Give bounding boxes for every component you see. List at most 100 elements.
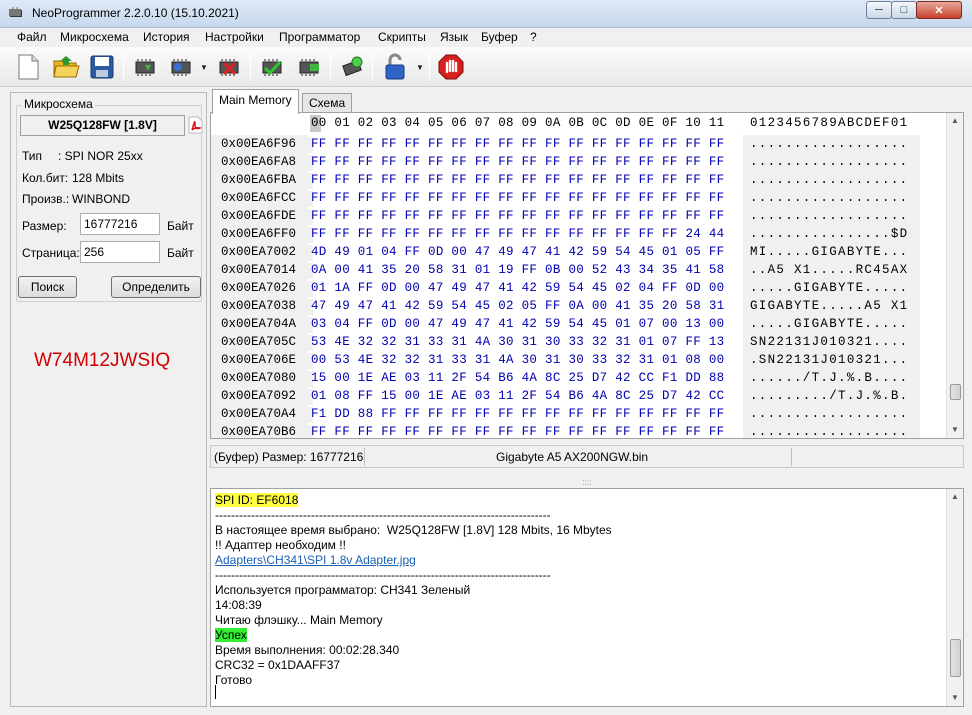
hex-row[interactable]: 0x00EA6FDE FF FF FF FF FF FF FF FF FF FF … (211, 207, 949, 225)
hex-bytes[interactable]: 00 53 4E 32 32 31 33 31 4A 30 31 30 33 3… (311, 353, 724, 367)
menu-chip[interactable]: Микросхема (60, 30, 129, 44)
stop-icon[interactable] (436, 51, 466, 83)
hex-row[interactable]: 0x00EA70B6 FF FF FF FF FF FF FF FF FF FF … (211, 423, 949, 438)
scroll-down-icon[interactable]: ▼ (947, 422, 963, 438)
page-unit: Байт (167, 246, 194, 260)
menu-file[interactable]: Файл (17, 30, 47, 44)
menu-programmer[interactable]: Программатор (279, 30, 360, 44)
splitter-handle[interactable]: :::: (210, 479, 964, 488)
hex-ascii[interactable]: SN22131J010321.... (750, 335, 908, 349)
hex-ascii[interactable]: .................. (750, 407, 908, 421)
hex-scroll-thumb[interactable] (950, 384, 961, 400)
lock-dropdown-icon[interactable]: ▼ (416, 63, 424, 72)
lock-icon[interactable] (380, 51, 410, 83)
hex-row[interactable]: 0x00EA7080 15 00 1E AE 03 11 2F 54 B6 4A … (211, 369, 949, 387)
blank-check-icon[interactable] (294, 51, 324, 83)
new-file-icon[interactable] (13, 51, 43, 83)
hex-bytes[interactable]: FF FF FF FF FF FF FF FF FF FF FF FF FF F… (311, 227, 724, 241)
log-time: 14:08:39 (215, 598, 262, 612)
search-button[interactable]: Поиск (18, 276, 77, 298)
detect-button[interactable]: Определить (111, 276, 201, 298)
log-scroll-down-icon[interactable]: ▼ (947, 690, 963, 706)
menu-help[interactable]: ? (530, 30, 537, 44)
save-icon[interactable] (87, 51, 117, 83)
hex-row[interactable]: 0x00EA6FA8 FF FF FF FF FF FF FF FF FF FF … (211, 153, 949, 171)
tab-scheme[interactable]: Схема (302, 93, 353, 113)
size-field[interactable]: 16777216 (80, 213, 160, 235)
hex-row[interactable]: 0x00EA7038 47 49 47 41 42 59 54 45 02 05 … (211, 297, 949, 315)
log-scrollbar[interactable]: ▲ ▼ (946, 489, 963, 706)
auto-icon[interactable] (337, 51, 367, 83)
menu-buffer[interactable]: Буфер (481, 30, 518, 44)
hex-ascii[interactable]: .................. (750, 191, 908, 205)
write-dropdown-icon[interactable]: ▼ (200, 63, 208, 72)
hex-bytes[interactable]: FF FF FF FF FF FF FF FF FF FF FF FF FF F… (311, 425, 724, 438)
hex-row[interactable]: 0x00EA70A4 F1 DD 88 FF FF FF FF FF FF FF … (211, 405, 949, 423)
hex-row[interactable]: 0x00EA6F96 FF FF FF FF FF FF FF FF FF FF … (211, 135, 949, 153)
hex-ascii[interactable]: .................. (750, 425, 908, 438)
hex-row[interactable]: 0x00EA7014 0A 00 41 35 20 58 31 01 19 FF … (211, 261, 949, 279)
close-button[interactable]: ✕ (916, 1, 962, 19)
read-chip-icon[interactable] (130, 51, 160, 83)
minimize-button[interactable]: ─ (866, 1, 892, 19)
hex-ascii[interactable]: ................$D (750, 227, 908, 241)
hex-ascii[interactable]: MI.....GIGABYTE... (750, 245, 908, 259)
hex-ascii[interactable]: .................. (750, 173, 908, 187)
tab-main-memory[interactable]: Main Memory (212, 89, 299, 114)
menu-scripts[interactable]: Скрипты (378, 30, 426, 44)
hex-ascii[interactable]: .................. (750, 137, 908, 151)
hex-bytes[interactable]: 0A 00 41 35 20 58 31 01 19 FF 0B 00 52 4… (311, 263, 724, 277)
menu-history[interactable]: История (143, 30, 190, 44)
hex-bytes[interactable]: FF FF FF FF FF FF FF FF FF FF FF FF FF F… (311, 137, 724, 151)
hex-ascii[interactable]: .....GIGABYTE..... (750, 317, 908, 331)
status-separator (364, 448, 365, 466)
hex-row[interactable]: 0x00EA704A 03 04 FF 0D 00 47 49 47 41 42 … (211, 315, 949, 333)
hex-ascii[interactable]: .................. (750, 155, 908, 169)
hex-bytes[interactable]: F1 DD 88 FF FF FF FF FF FF FF FF FF FF F… (311, 407, 724, 421)
hex-ascii[interactable]: ....../T.J.%.B.... (750, 371, 908, 385)
toolbar: ▼ ▼ (0, 47, 972, 87)
scroll-up-icon[interactable]: ▲ (947, 113, 963, 129)
hex-bytes[interactable]: FF FF FF FF FF FF FF FF FF FF FF FF FF F… (311, 191, 724, 205)
hex-row[interactable]: 0x00EA706E 00 53 4E 32 32 31 33 31 4A 30 … (211, 351, 949, 369)
log-scroll-thumb[interactable] (950, 639, 961, 677)
hex-bytes[interactable]: 4D 49 01 04 FF 0D 00 47 49 47 41 42 59 5… (311, 245, 724, 259)
hex-row[interactable]: 0x00EA7092 01 08 FF 15 00 1E AE 03 11 2F … (211, 387, 949, 405)
hex-bytes[interactable]: 53 4E 32 32 31 33 31 4A 30 31 30 33 32 3… (311, 335, 724, 349)
hex-row[interactable]: 0x00EA7026 01 1A FF 0D 00 47 49 47 41 42 … (211, 279, 949, 297)
vendor-label: Произв.: (22, 192, 70, 206)
hex-bytes[interactable]: 03 04 FF 0D 00 47 49 47 41 42 59 54 45 0… (311, 317, 724, 331)
hex-bytes[interactable]: 01 08 FF 15 00 1E AE 03 11 2F 54 B6 4A 8… (311, 389, 724, 403)
hex-ascii[interactable]: GIGABYTE.....A5 X1 (750, 299, 908, 313)
hex-ascii[interactable]: ........./T.J.%.B. (750, 389, 908, 403)
hex-bytes[interactable]: FF FF FF FF FF FF FF FF FF FF FF FF FF F… (311, 209, 724, 223)
log-scroll-up-icon[interactable]: ▲ (947, 489, 963, 505)
hex-ascii[interactable]: .................. (750, 209, 908, 223)
hex-bytes[interactable]: FF FF FF FF FF FF FF FF FF FF FF FF FF F… (311, 173, 724, 187)
pdf-datasheet-icon[interactable] (186, 116, 204, 134)
hex-row[interactable]: 0x00EA7002 4D 49 01 04 FF 0D 00 47 49 47 … (211, 243, 949, 261)
hex-bytes[interactable]: 15 00 1E AE 03 11 2F 54 B6 4A 8C 25 D7 4… (311, 371, 724, 385)
hex-editor[interactable]: 00 01 02 03 04 05 06 07 08 09 0A 0B 0C 0… (210, 112, 964, 439)
open-folder-icon[interactable] (51, 51, 81, 83)
erase-chip-icon[interactable] (214, 51, 244, 83)
write-chip-icon[interactable] (166, 51, 196, 83)
log-panel[interactable]: SPI ID: EF6018 -------------------------… (210, 488, 964, 707)
hex-row[interactable]: 0x00EA6FCC FF FF FF FF FF FF FF FF FF FF … (211, 189, 949, 207)
hex-bytes[interactable]: FF FF FF FF FF FF FF FF FF FF FF FF FF F… (311, 155, 724, 169)
hex-row[interactable]: 0x00EA6FF0 FF FF FF FF FF FF FF FF FF FF … (211, 225, 949, 243)
hex-ascii[interactable]: .SN22131J010321... (750, 353, 908, 367)
hex-bytes[interactable]: 47 49 47 41 42 59 54 45 02 05 FF 0A 00 4… (311, 299, 724, 313)
hex-bytes[interactable]: 01 1A FF 0D 00 47 49 47 41 42 59 54 45 0… (311, 281, 724, 295)
hex-ascii[interactable]: ..A5 X1.....RC45AX (750, 263, 908, 277)
hex-row[interactable]: 0x00EA6FBA FF FF FF FF FF FF FF FF FF FF … (211, 171, 949, 189)
hex-ascii[interactable]: .....GIGABYTE..... (750, 281, 908, 295)
hex-row[interactable]: 0x00EA705C 53 4E 32 32 31 33 31 4A 30 31 … (211, 333, 949, 351)
log-adapter-link[interactable]: Adapters\CH341\SPI 1.8v Adapter.jpg (215, 553, 416, 567)
page-field[interactable]: 256 (80, 241, 160, 263)
verify-chip-icon[interactable] (257, 51, 287, 83)
hex-scrollbar[interactable]: ▲ ▼ (946, 113, 963, 438)
maximize-button[interactable]: □ (891, 1, 917, 19)
menu-language[interactable]: Язык (440, 30, 468, 44)
menu-settings[interactable]: Настройки (205, 30, 264, 44)
